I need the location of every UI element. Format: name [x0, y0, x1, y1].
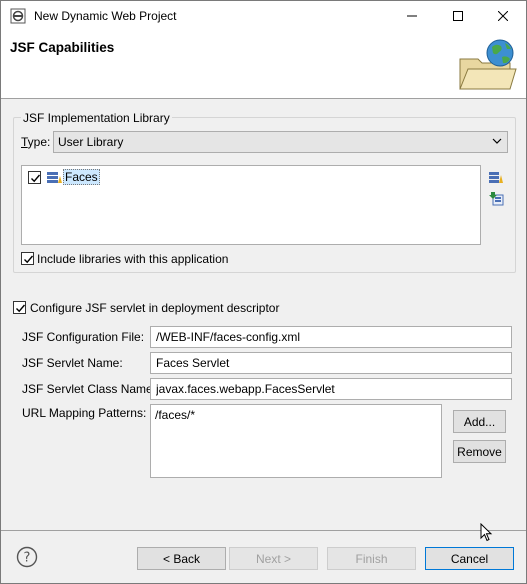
servlet-name-field[interactable]	[150, 352, 512, 374]
cancel-button[interactable]: Cancel	[425, 547, 514, 570]
include-libraries-checkbox[interactable]	[21, 252, 34, 265]
url-mapping-list[interactable]: /faces/*	[150, 404, 442, 478]
download-library-button[interactable]	[489, 191, 505, 207]
checkmark-icon	[24, 255, 34, 264]
footer-separator	[1, 530, 526, 531]
type-select[interactable]: User Library	[53, 131, 508, 153]
page-title: JSF Capabilities	[10, 40, 115, 55]
config-file-field[interactable]	[150, 326, 512, 348]
configure-servlet-label[interactable]: Configure JSF servlet in deployment desc…	[30, 301, 279, 315]
servlet-class-label: JSF Servlet Class Name:	[22, 382, 157, 396]
svg-text:?: ?	[24, 551, 31, 566]
back-button[interactable]: < Back	[137, 547, 226, 570]
minimize-button[interactable]	[389, 1, 435, 31]
add-pattern-button[interactable]: Add...	[453, 410, 506, 433]
wizard-banner: JSF Capabilities	[1, 31, 526, 99]
library-list[interactable]: Faces	[21, 165, 481, 245]
eclipse-app-icon	[10, 8, 26, 24]
window-title: New Dynamic Web Project	[34, 9, 177, 23]
library-group-legend: JSF Implementation Library	[21, 111, 172, 125]
servlet-class-field[interactable]	[150, 378, 512, 400]
finish-button[interactable]: Finish	[327, 547, 416, 570]
library-manage-icon	[489, 172, 503, 183]
dialog-window: New Dynamic Web Project JSF Capabilities…	[0, 0, 527, 584]
maximize-icon	[453, 11, 463, 21]
servlet-name-label: JSF Servlet Name:	[22, 356, 123, 370]
type-select-value: User Library	[58, 135, 124, 149]
download-library-icon	[489, 192, 504, 206]
title-bar: New Dynamic Web Project	[1, 1, 526, 31]
close-button[interactable]	[480, 1, 526, 31]
maximize-button[interactable]	[435, 1, 481, 31]
include-libraries-label[interactable]: Include libraries with this application	[37, 252, 228, 266]
help-icon: ?	[16, 546, 38, 568]
next-button[interactable]: Next >	[229, 547, 318, 570]
configure-servlet-checkbox[interactable]	[13, 301, 26, 314]
library-item-label[interactable]: Faces	[63, 169, 100, 185]
url-mapping-item[interactable]: /faces/*	[155, 408, 195, 422]
checkmark-icon	[16, 304, 26, 313]
config-file-label: JSF Configuration File:	[22, 330, 145, 344]
library-books-icon	[47, 170, 63, 184]
manage-libraries-button[interactable]	[489, 169, 505, 185]
close-icon	[498, 11, 508, 21]
mouse-pointer-icon	[480, 522, 494, 543]
library-checkbox-faces[interactable]	[28, 171, 41, 184]
globe-folder-icon	[456, 37, 518, 95]
checkmark-icon	[31, 174, 41, 183]
url-mapping-label: URL Mapping Patterns:	[22, 406, 147, 420]
help-button[interactable]: ?	[16, 546, 38, 568]
chevron-down-icon	[492, 138, 502, 144]
minimize-icon	[407, 15, 417, 17]
type-label: Type:	[21, 135, 51, 149]
remove-pattern-button[interactable]: Remove	[453, 440, 506, 463]
